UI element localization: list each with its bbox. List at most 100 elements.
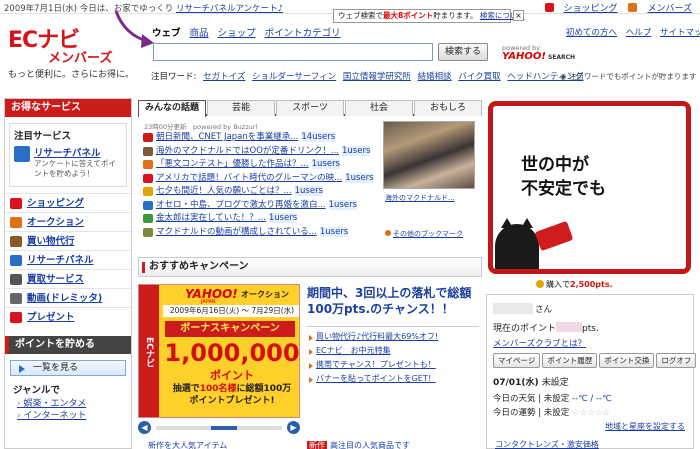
top-news-link[interactable]: リサーチパネルアンケート♪ xyxy=(176,4,283,14)
header-links: 初めての方へ ヘルプ サイトマップ xyxy=(560,26,700,38)
sidebar-item-label[interactable]: オークション xyxy=(27,217,84,228)
sidebar-item-present[interactable]: プレゼント xyxy=(5,307,131,326)
hot-word-link[interactable]: 結婚相談 xyxy=(418,72,452,82)
news-users[interactable]: 1users xyxy=(268,213,298,223)
news-title[interactable]: 海外のマクドナルドではOOが定番ドリンク！... xyxy=(156,146,339,156)
search-button[interactable]: 検索する xyxy=(438,43,488,61)
more-bookmarks-link[interactable]: その他のブックマーク xyxy=(385,229,463,239)
campaign-title[interactable]: 期間中、3回以上の落札で総額100万pts.のチャンス！！ xyxy=(307,285,479,317)
news-title[interactable]: 七夕も間近！人気の願いごとは？... xyxy=(156,186,292,196)
news-users[interactable]: 1users xyxy=(328,199,357,210)
campaign-banner[interactable]: ECナビ YAHOO! JAPAN オークション 2009年6月16日(火) 〜… xyxy=(138,284,300,418)
list-item[interactable]: マクドナルドの動画が構成しされている... 1users xyxy=(142,226,382,240)
search-tab-point-category[interactable]: ポイントカテゴリ xyxy=(265,28,341,39)
news-title[interactable]: 「悪文コンテスト」優勝した作品は？... xyxy=(156,159,309,169)
news-title[interactable]: アメリカで話題！バイト時代のグルーマンの映... xyxy=(156,173,342,183)
shopping-link[interactable]: ショッピング xyxy=(544,3,618,14)
list-item[interactable]: アメリカで話題！バイト時代のグルーマンの映... 1users xyxy=(142,172,382,186)
help-link[interactable]: ヘルプ xyxy=(626,28,652,38)
search-tab-products[interactable]: 商品 xyxy=(190,28,209,39)
shopping-label[interactable]: ショッピング xyxy=(564,4,618,14)
ad-banner[interactable]: 世の中が 不安定でも xyxy=(488,101,691,274)
member-peek-link[interactable]: コンタクトレンズ・激安価格 xyxy=(495,439,599,449)
attention-title[interactable]: リサーチパネル xyxy=(34,145,122,159)
campaign-links: 買い物代行♪代行料最大69%オフ! ECナビ お中元特集 携帯でチャンス！プレゼ… xyxy=(307,326,479,386)
sidebar-item-label[interactable]: 買取サービス xyxy=(27,274,84,285)
attention-service-item[interactable]: リサーチパネル アンケートに答えてポイントを貯めよう！ xyxy=(14,145,122,179)
campaign-link[interactable]: バナーを貼ってポイントをGET！ xyxy=(307,372,479,386)
news-users[interactable]: 14users xyxy=(301,132,336,142)
members-label[interactable]: メンバーズ xyxy=(647,4,692,14)
list-item[interactable]: 「悪文コンテスト」優勝した作品は？... 1users xyxy=(142,158,382,172)
sidebar-item-label[interactable]: プレゼント xyxy=(27,312,75,323)
hot-word-link[interactable]: 国立情報学研究所 xyxy=(343,72,411,82)
search-input[interactable] xyxy=(153,43,433,61)
view-list-button[interactable]: 一覧を見る xyxy=(10,360,126,376)
tab-funny[interactable]: おもしろ xyxy=(414,100,482,116)
hot-word-link[interactable]: セガトイズ xyxy=(203,72,245,82)
genre-link[interactable]: インターネット xyxy=(17,410,131,422)
list-item[interactable]: オセロ・中島、ブログで激太り再婚を激白... 1users xyxy=(142,199,382,213)
campaign-link[interactable]: 携帯でチャンス！プレゼントも！ xyxy=(307,358,479,372)
news-title[interactable]: 朝日新聞、CNET Japanを事業継承... xyxy=(156,132,298,142)
search-tab-web[interactable]: ウェブ xyxy=(152,28,181,39)
sidebar-item-label[interactable]: リサーチパネル xyxy=(27,255,94,266)
fortune-label: 今日の運勢 xyxy=(493,408,536,418)
point-exchange-button[interactable]: ポイント交換 xyxy=(599,353,655,368)
list-item[interactable]: 金太郎は実在していた！？... 1users xyxy=(142,212,382,226)
news-users[interactable]: 1users xyxy=(311,159,340,169)
members-club-link[interactable]: メンバーズクラブとは？ xyxy=(493,337,586,349)
sidebar-item-research-panel[interactable]: リサーチパネル xyxy=(5,250,131,269)
sitemap-link[interactable]: サイトマップ xyxy=(660,28,700,38)
bottom-peek-right[interactable]: 新作 高注目の人気商品です xyxy=(307,440,410,449)
tab-society[interactable]: 社会 xyxy=(345,100,413,116)
list-item[interactable]: 七夕も間近！人気の願いごとは？... 1users xyxy=(142,185,382,199)
region-settings-link[interactable]: 地域と星座を設定する xyxy=(605,421,685,432)
sidebar-item-proxy-buying[interactable]: 買い物代行 xyxy=(5,231,131,250)
tab-entertainment[interactable]: 芸能 xyxy=(207,100,275,116)
news-title[interactable]: オセロ・中島、ブログで激太り再婚を激白... xyxy=(156,200,326,210)
members-link[interactable]: メンバーズ xyxy=(628,3,692,14)
point-history-button[interactable]: ポイント履歴 xyxy=(542,353,598,368)
carousel-prev-icon[interactable]: ◀ xyxy=(138,421,151,434)
mypage-button[interactable]: マイページ xyxy=(493,353,541,368)
banner-bonus: ボーナスキャンペーン xyxy=(165,321,295,337)
news-users[interactable]: 1users xyxy=(345,172,374,183)
bottom-peek-right-text[interactable]: 高注目の人気商品です xyxy=(330,441,410,449)
news-title[interactable]: 金太郎は実在していた！？... xyxy=(156,213,266,223)
campaign-link[interactable]: ECナビ お中元特集 xyxy=(307,344,479,358)
campaign-link[interactable]: 買い物代行♪代行料最大69%オフ! xyxy=(307,330,479,344)
tab-sports[interactable]: スポーツ xyxy=(276,100,344,116)
news-photo[interactable] xyxy=(383,121,475,189)
list-item[interactable]: 朝日新聞、CNET Japanを事業継承... 14users xyxy=(142,131,382,145)
news-users[interactable]: 1users xyxy=(342,145,371,156)
tooltip-close-icon[interactable]: × xyxy=(513,10,524,21)
sidebar-item-buyback[interactable]: 買取サービス xyxy=(5,269,131,288)
sidebar-item-label[interactable]: 動画(ドレミッタ) xyxy=(27,293,102,304)
sidebar-item-shopping[interactable]: ショッピング xyxy=(5,193,131,212)
beginners-link[interactable]: 初めての方へ xyxy=(566,28,617,38)
search-tab-shops[interactable]: ショップ xyxy=(218,28,256,39)
tab-popular-topics[interactable]: みんなの話題 xyxy=(138,100,206,117)
sidebar-item-label[interactable]: ショッピング xyxy=(27,198,84,209)
carousel-track[interactable] xyxy=(156,426,282,430)
hot-word-link[interactable]: バイク買取 xyxy=(458,72,500,82)
carousel-next-icon[interactable]: ▶ xyxy=(287,421,300,434)
sidebar-item-video[interactable]: 動画(ドレミッタ) xyxy=(5,288,131,307)
video-icon xyxy=(10,293,22,304)
news-photo-caption[interactable]: 海外のマクドナルド... xyxy=(385,193,455,203)
hot-word-link[interactable]: ショルダーサーフィン xyxy=(252,72,336,82)
campaign-heading: おすすめキャンペーン xyxy=(138,257,482,277)
bottom-peek-left[interactable]: 新作を大人気アイテム xyxy=(148,440,227,449)
news-users[interactable]: 1users xyxy=(319,226,349,237)
list-item[interactable]: 海外のマクドナルドではOOが定番ドリンク！... 1users xyxy=(142,145,382,159)
site-logo[interactable]: ECナビ メンバーズ もっと便利に。さらにお得に。 xyxy=(8,22,134,80)
news-title[interactable]: マクドナルドの動画が構成しされている... xyxy=(156,227,317,237)
sidebar-item-auction[interactable]: オークション xyxy=(5,212,131,231)
genre-link[interactable]: 娯楽・エンタメ xyxy=(17,398,131,410)
member-panel: さん 現在のポイント pts. メンバーズクラブとは？ マイページ ポイント履歴 ポイ… xyxy=(486,294,697,449)
more-bookmarks-label[interactable]: その他のブックマーク xyxy=(393,230,463,238)
logoff-button[interactable]: ログオフ xyxy=(656,353,697,368)
news-users[interactable]: 1users xyxy=(294,186,323,196)
sidebar-item-label[interactable]: 買い物代行 xyxy=(27,236,75,247)
